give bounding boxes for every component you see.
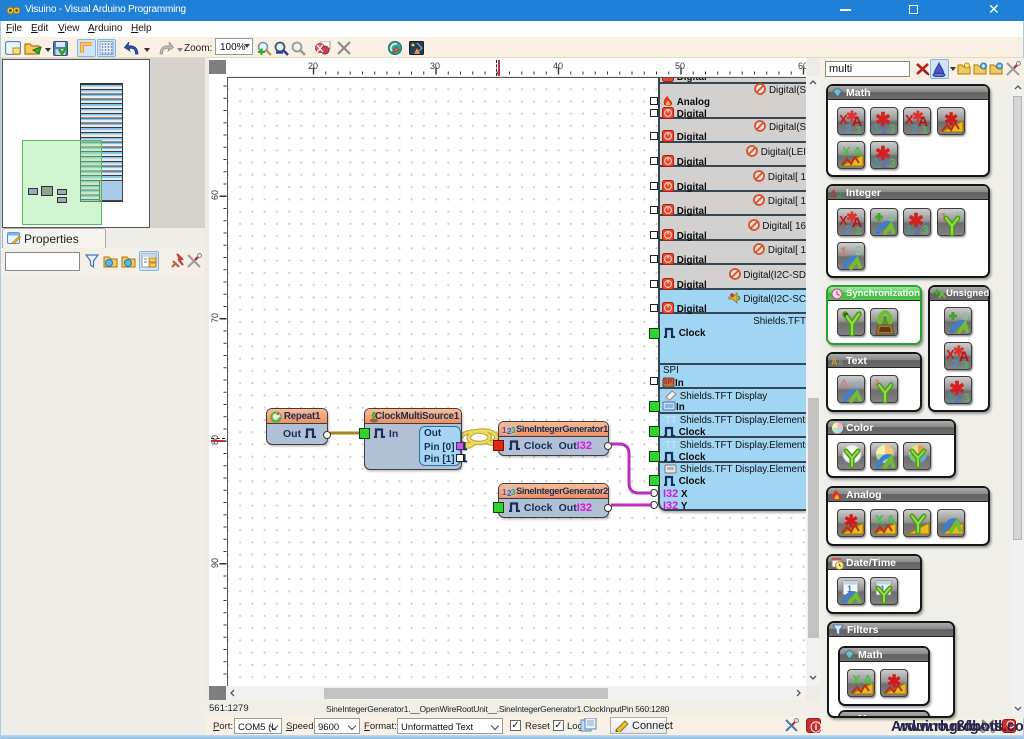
svg-text:A: A	[831, 357, 838, 367]
svg-text:SPI: SPI	[663, 379, 674, 386]
svg-text:a: a	[838, 357, 844, 367]
svg-text:23: 23	[837, 190, 844, 199]
